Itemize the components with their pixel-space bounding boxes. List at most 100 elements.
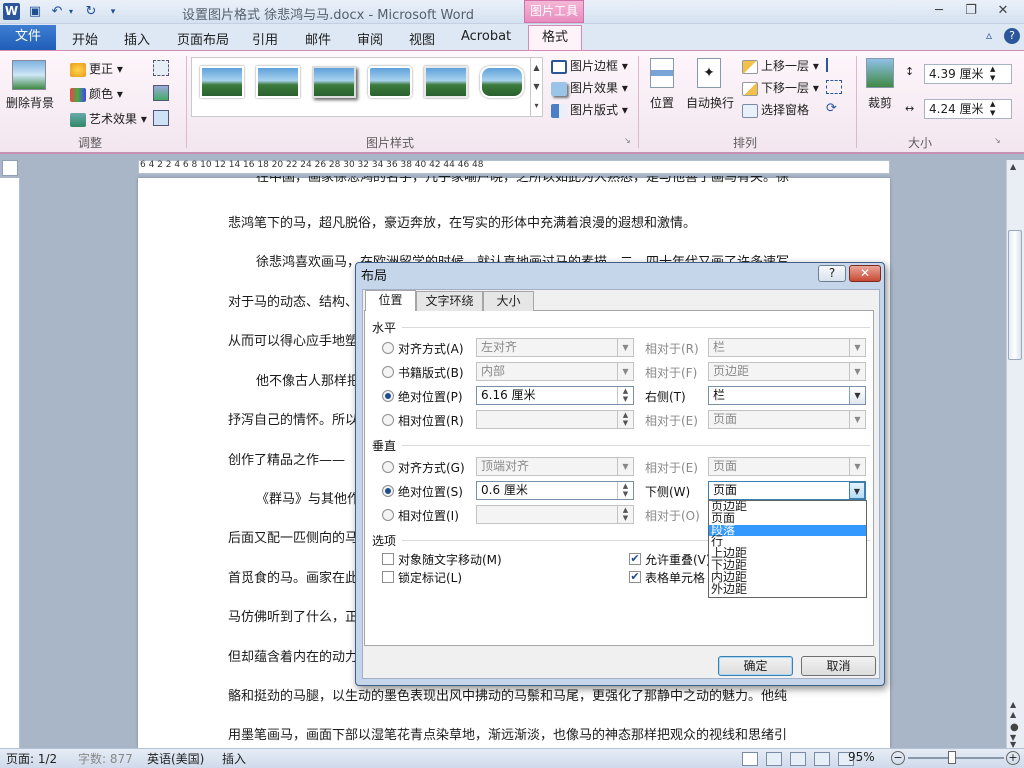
word-count[interactable]: 字数: 877 bbox=[78, 750, 133, 767]
crop-button[interactable]: 裁剪 bbox=[868, 94, 892, 111]
restore-icon[interactable]: ❐ bbox=[958, 2, 984, 20]
dropdown-option[interactable]: 外边距 bbox=[709, 583, 866, 596]
tab-acrobat[interactable]: Acrobat bbox=[461, 29, 511, 44]
allow-overlap-checkbox[interactable]: ✔ bbox=[629, 553, 641, 565]
undo-dropdown-icon[interactable]: ▾ bbox=[66, 3, 76, 21]
prev-page-icon[interactable]: ▲ ▲ bbox=[1010, 700, 1016, 720]
h-alignment-radio[interactable] bbox=[382, 342, 394, 354]
zoom-in-icon[interactable]: + bbox=[1006, 751, 1020, 765]
picture-effects-button[interactable]: 图片效果 ▾ bbox=[551, 79, 628, 96]
h-absolute-position-radio[interactable] bbox=[382, 390, 394, 402]
full-screen-view-icon[interactable] bbox=[766, 752, 782, 766]
minimize-icon[interactable]: ─ bbox=[926, 2, 952, 20]
rotate-icon[interactable]: ⟳ bbox=[826, 102, 842, 116]
h-absolute-position-input[interactable]: 6.16 厘米 ▲ ▼ bbox=[476, 386, 634, 405]
remove-background-button[interactable]: 删除背景 bbox=[6, 94, 54, 111]
dialog-close-button[interactable]: ✕ bbox=[849, 265, 881, 282]
print-layout-view-icon[interactable] bbox=[742, 752, 758, 766]
tab-review[interactable]: 审阅 bbox=[357, 29, 383, 48]
h-relative-position-radio[interactable] bbox=[382, 414, 394, 426]
window-close-icon[interactable]: ✕ bbox=[990, 2, 1016, 20]
shape-width-input[interactable]: 4.24 厘米 bbox=[924, 99, 1012, 119]
v-relative-position-input[interactable]: ▲ ▼ bbox=[476, 505, 634, 524]
word-app-icon[interactable]: W bbox=[3, 3, 20, 20]
customize-toolbar-icon[interactable]: ▾ bbox=[104, 3, 122, 21]
spinner-icon[interactable]: ▲ ▼ bbox=[617, 387, 633, 404]
spinner-icon[interactable]: ▲ ▼ bbox=[617, 482, 633, 499]
tab-mailings[interactable]: 邮件 bbox=[305, 29, 331, 48]
zoom-slider-thumb[interactable] bbox=[948, 751, 956, 764]
picture-style-1[interactable] bbox=[200, 66, 244, 98]
next-page-icon[interactable]: ▼ ▼ bbox=[1010, 734, 1016, 749]
picture-style-3[interactable] bbox=[312, 66, 356, 98]
save-icon[interactable]: ▣ bbox=[26, 3, 44, 21]
zoom-slider-track[interactable] bbox=[908, 757, 1004, 759]
book-layout-relative-select[interactable]: 页边距 ▼ bbox=[708, 362, 866, 381]
tab-page-layout[interactable]: 页面布局 bbox=[177, 29, 229, 48]
bring-forward-button[interactable]: 上移一层 ▾ bbox=[742, 57, 819, 74]
browse-object-icon[interactable]: ● bbox=[1010, 722, 1019, 733]
gallery-scroll-icons[interactable]: ▲ ▼ ▾ bbox=[530, 58, 542, 116]
tab-file[interactable]: 文件 bbox=[0, 25, 56, 50]
ok-button[interactable]: 确定 bbox=[718, 656, 793, 676]
h-alignment-select[interactable]: 左对齐 ▼ bbox=[476, 338, 634, 357]
v-relative-position-radio[interactable] bbox=[382, 509, 394, 521]
send-backward-button[interactable]: 下移一层 ▾ bbox=[742, 79, 819, 96]
picture-style-4[interactable] bbox=[368, 66, 412, 98]
tab-insert[interactable]: 插入 bbox=[124, 29, 150, 48]
picture-style-2[interactable] bbox=[256, 66, 300, 98]
shape-height-input[interactable]: 4.39 厘米 bbox=[924, 64, 1012, 84]
vertical-ruler[interactable] bbox=[0, 178, 20, 748]
dialog-launcher-icon[interactable]: ↘ bbox=[624, 136, 631, 145]
scrollbar-thumb[interactable] bbox=[1008, 230, 1022, 360]
h-relative-position-input[interactable]: ▲ ▼ bbox=[476, 410, 634, 429]
picture-border-button[interactable]: 图片边框 ▾ bbox=[551, 57, 628, 74]
insert-mode-status[interactable]: 插入 bbox=[222, 750, 246, 767]
artistic-effects-button[interactable]: 艺术效果 ▾ bbox=[70, 110, 147, 127]
language-status[interactable]: 英语(美国) bbox=[147, 750, 204, 767]
tab-text-wrapping[interactable]: 文字环绕 bbox=[416, 291, 483, 311]
v-absolute-position-radio[interactable] bbox=[382, 485, 394, 497]
layout-in-table-cell-checkbox[interactable]: ✔ bbox=[629, 571, 641, 583]
outline-view-icon[interactable] bbox=[814, 752, 830, 766]
move-with-text-checkbox[interactable] bbox=[382, 553, 394, 565]
undo-icon[interactable]: ↶ bbox=[48, 3, 66, 21]
corrections-button[interactable]: 更正 ▾ bbox=[70, 60, 123, 77]
tab-view[interactable]: 视图 bbox=[409, 29, 435, 48]
compress-pictures-icon[interactable] bbox=[153, 60, 169, 76]
width-spinner-icon[interactable]: ▲ ▼ bbox=[990, 100, 995, 118]
selection-pane-button[interactable]: 选择窗格 bbox=[742, 101, 809, 118]
h-alignment-relative-select[interactable]: 栏 ▼ bbox=[708, 338, 866, 357]
book-layout-select[interactable]: 内部 ▼ bbox=[476, 362, 634, 381]
tab-references[interactable]: 引用 bbox=[252, 29, 278, 48]
height-spinner-icon[interactable]: ▲ ▼ bbox=[990, 65, 995, 83]
tab-format[interactable]: 格式 bbox=[528, 25, 582, 51]
align-icon[interactable] bbox=[826, 58, 842, 72]
v-alignment-radio[interactable] bbox=[382, 461, 394, 473]
group-icon[interactable] bbox=[826, 80, 842, 94]
v-alignment-select[interactable]: 顶端对齐 ▼ bbox=[476, 457, 634, 476]
tab-home[interactable]: 开始 bbox=[72, 29, 98, 48]
size-dialog-launcher-icon[interactable]: ↘ bbox=[994, 136, 1001, 145]
tab-size[interactable]: 大小 bbox=[483, 291, 534, 311]
cancel-button[interactable]: 取消 bbox=[801, 656, 876, 676]
help-icon[interactable]: ? bbox=[1004, 28, 1020, 44]
picture-style-6[interactable] bbox=[480, 66, 524, 98]
web-layout-view-icon[interactable] bbox=[790, 752, 806, 766]
tab-position[interactable]: 位置 bbox=[365, 290, 416, 311]
reset-picture-icon[interactable] bbox=[153, 110, 169, 126]
position-button[interactable]: 位置 bbox=[650, 94, 674, 111]
lock-anchor-checkbox[interactable] bbox=[382, 571, 394, 583]
picture-layout-button[interactable]: 图片版式 ▾ bbox=[551, 101, 628, 118]
dialog-help-button[interactable]: ? bbox=[818, 265, 846, 282]
book-layout-radio[interactable] bbox=[382, 366, 394, 378]
v-absolute-position-input[interactable]: 0.6 厘米 ▲ ▼ bbox=[476, 481, 634, 500]
v-alignment-relative-select[interactable]: 页面 ▼ bbox=[708, 457, 866, 476]
color-button[interactable]: 颜色 ▾ bbox=[70, 85, 123, 102]
wrap-text-button[interactable]: 自动换行 bbox=[686, 94, 734, 111]
h-relative-relative-select[interactable]: 页面 ▼ bbox=[708, 410, 866, 429]
zoom-level[interactable]: 95% bbox=[848, 750, 875, 764]
dropdown-option-selected[interactable]: 段落 bbox=[709, 524, 866, 537]
redo-icon[interactable]: ↻ bbox=[82, 3, 100, 21]
v-absolute-below-select[interactable]: 页面 ▼ bbox=[708, 481, 866, 500]
